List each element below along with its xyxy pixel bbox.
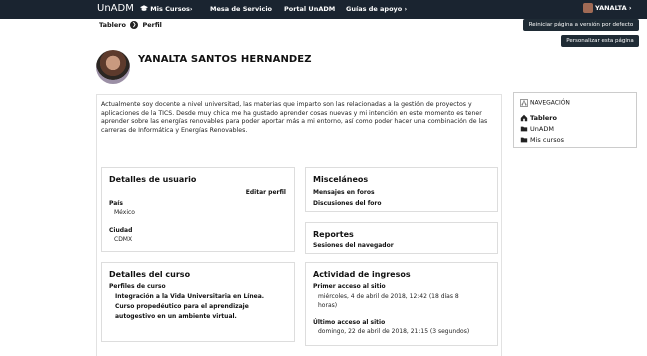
graduation-cap-icon bbox=[140, 5, 148, 11]
home-icon bbox=[520, 114, 528, 122]
forum-posts-link[interactable]: Mensajes en foros bbox=[313, 189, 375, 196]
country-value: México bbox=[114, 209, 135, 216]
course-details-title: Detalles del curso bbox=[109, 270, 191, 279]
nav-item-label: Tablero bbox=[530, 114, 557, 122]
course-link-2[interactable]: Curso propedéutico para el aprendizaje bbox=[115, 303, 249, 310]
course-link-2-cont[interactable]: autogestivo en un ambiente virtual. bbox=[115, 313, 237, 320]
city-value: CDMX bbox=[114, 236, 133, 243]
edit-profile-link[interactable]: Editar perfil bbox=[246, 189, 286, 196]
profile-avatar bbox=[96, 50, 130, 84]
menu-guias-label: Guías de apoyo bbox=[346, 5, 403, 13]
menu-mis-cursos[interactable]: Mis Cursos› bbox=[140, 5, 193, 13]
navigation-title-label: NAVEGACIÓN bbox=[530, 99, 570, 107]
breadcrumb-tablero[interactable]: Tablero bbox=[99, 21, 126, 29]
chevron-right-icon: › bbox=[189, 5, 193, 13]
last-access-label: Último acceso al sitio bbox=[313, 319, 386, 326]
browser-sessions-link[interactable]: Sesiones del navegador bbox=[313, 242, 394, 249]
chevron-right-icon: › bbox=[404, 5, 408, 13]
misc-card: Misceláneos Mensajes en foros Discusione… bbox=[305, 167, 498, 212]
first-access-value-cont: horas) bbox=[318, 302, 338, 309]
reports-title: Reportes bbox=[313, 230, 354, 239]
breadcrumb-perfil: Perfil bbox=[142, 21, 162, 29]
menu-portal-unadm[interactable]: Portal UnADM bbox=[284, 5, 335, 13]
navigation-block: NAVEGACIÓN Tablero UnADM Mis cursos bbox=[513, 92, 637, 148]
profile-description: Actualmente soy docente a nivel universi… bbox=[101, 101, 488, 135]
misc-title: Misceláneos bbox=[313, 175, 369, 184]
first-access-label: Primer acceso al sitio bbox=[313, 283, 386, 290]
breadcrumb: Tablero ❯ Perfil bbox=[99, 21, 162, 29]
reports-card: Reportes Sesiones del navegador bbox=[305, 222, 498, 254]
nav-item-label: Mis cursos bbox=[530, 136, 564, 144]
first-access-value: miércoles, 4 de abril de 2018, 12:42 (18… bbox=[318, 293, 459, 300]
brand-logo[interactable]: UnADM bbox=[97, 3, 134, 14]
navigation-title: NAVEGACIÓN bbox=[520, 99, 570, 107]
last-access-value: domingo, 22 de abril de 2018, 21:15 (3 s… bbox=[318, 328, 470, 335]
avatar bbox=[583, 3, 593, 13]
nav-item-mis-cursos[interactable]: Mis cursos bbox=[520, 136, 564, 144]
menu-mesa-de-servicio[interactable]: Mesa de Servicio bbox=[210, 5, 272, 13]
nav-item-label: UnADM bbox=[530, 125, 554, 133]
nav-item-tablero[interactable]: Tablero bbox=[520, 114, 557, 122]
city-label: Ciudad bbox=[109, 227, 133, 234]
menu-guias-de-apoyo[interactable]: Guías de apoyo › bbox=[346, 5, 407, 13]
folder-icon bbox=[520, 137, 528, 143]
user-menu[interactable]: YANALTA › bbox=[583, 3, 632, 13]
chevron-right-icon: ❯ bbox=[130, 21, 139, 29]
customize-page-button[interactable]: Personalizar esta página bbox=[561, 35, 639, 47]
user-details-card: Detalles de usuario Editar perfil País M… bbox=[101, 167, 295, 252]
course-details-card: Detalles del curso Perfiles de curso Int… bbox=[101, 262, 295, 342]
course-profiles-label: Perfiles de curso bbox=[109, 283, 166, 290]
course-link-1[interactable]: Integración a la Vida Universitaria en L… bbox=[115, 293, 264, 300]
country-label: País bbox=[109, 200, 123, 207]
login-activity-title: Actividad de ingresos bbox=[313, 270, 411, 279]
login-activity-card: Actividad de ingresos Primer acceso al s… bbox=[305, 262, 498, 346]
menu-mis-cursos-label: Mis Cursos bbox=[150, 5, 190, 13]
nav-item-unadm[interactable]: UnADM bbox=[520, 125, 554, 133]
user-details-title: Detalles de usuario bbox=[109, 175, 197, 184]
reset-page-button[interactable]: Reiniciar página a versión por defecto bbox=[523, 19, 639, 31]
profile-name: YANALTA SANTOS HERNANDEZ bbox=[138, 54, 312, 65]
forum-discussions-link[interactable]: Discusiones del foro bbox=[313, 200, 382, 207]
folder-icon bbox=[520, 126, 528, 132]
top-navbar: UnADM Mis Cursos› Mesa de Servicio Porta… bbox=[0, 0, 647, 19]
sitemap-icon bbox=[520, 99, 528, 107]
user-name: YANALTA bbox=[595, 4, 627, 12]
chevron-right-icon: › bbox=[628, 4, 632, 12]
